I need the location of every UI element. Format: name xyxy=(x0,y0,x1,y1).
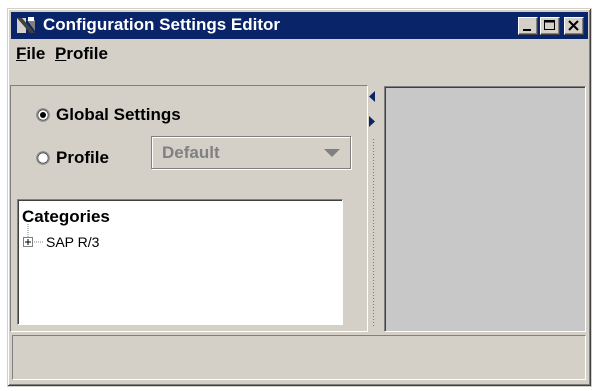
triangle-right-icon[interactable] xyxy=(369,116,376,128)
minimize-button[interactable] xyxy=(518,17,538,35)
plus-box-icon[interactable] xyxy=(23,237,33,247)
profile-combo[interactable]: Default xyxy=(151,136,351,169)
profile-radio[interactable] xyxy=(36,151,50,165)
maximize-icon xyxy=(544,20,555,30)
categories-tree[interactable]: Categories SAP R/3 xyxy=(17,199,343,325)
close-button[interactable] xyxy=(564,17,584,35)
global-settings-radio[interactable] xyxy=(36,108,50,122)
global-settings-option[interactable]: Global Settings xyxy=(36,105,236,129)
profile-option[interactable]: Profile xyxy=(36,148,140,172)
tree-node-sap-r3[interactable]: SAP R/3 xyxy=(46,234,99,250)
menu-profile[interactable]: Profile xyxy=(55,44,108,64)
configuration-app-icon xyxy=(15,15,37,36)
global-settings-label: Global Settings xyxy=(56,105,181,124)
maximize-button[interactable] xyxy=(540,17,560,35)
menu-bar: File Profile xyxy=(11,40,588,68)
profile-combo-value: Default xyxy=(162,143,220,162)
profile-label: Profile xyxy=(56,148,109,167)
settings-detail-panel xyxy=(384,86,586,332)
close-icon xyxy=(568,20,579,31)
divider-grip[interactable] xyxy=(372,138,376,326)
status-bar xyxy=(12,335,586,380)
chevron-down-icon xyxy=(324,149,340,157)
menu-file[interactable]: File xyxy=(16,44,45,64)
split-pane-divider[interactable] xyxy=(368,86,380,332)
triangle-left-icon[interactable] xyxy=(369,91,376,103)
minimize-icon xyxy=(523,29,531,31)
title-bar[interactable]: Configuration Settings Editor xyxy=(11,12,588,39)
categories-heading: Categories xyxy=(22,207,110,226)
window-title: Configuration Settings Editor xyxy=(43,15,281,34)
